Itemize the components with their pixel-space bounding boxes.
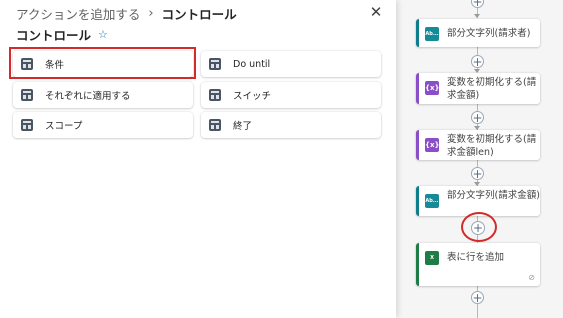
control-icon: [209, 58, 221, 70]
flow-step-init-variable-amount[interactable]: {x} 変数を初期化する(請求金額): [416, 73, 540, 104]
action-label: Do until: [233, 58, 271, 70]
star-icon[interactable]: ☆: [98, 28, 108, 41]
breadcrumb-add-action[interactable]: アクションを追加する: [16, 4, 140, 23]
flow-step-substring-amount[interactable]: Ab... 部分文字列(請求金額): [416, 186, 540, 216]
flow-step-label: 変数を初期化する(請求金額len): [447, 134, 537, 158]
add-action-panel: アクションを追加する › コントロール ✕ コントロール ☆ 条件 Do unt…: [0, 0, 396, 318]
add-step-button[interactable]: +: [471, 167, 484, 180]
text-function-icon: Ab...: [425, 27, 439, 41]
variable-icon: {x}: [425, 138, 439, 152]
control-icon: [209, 89, 221, 101]
add-step-button-circled[interactable]: +: [471, 221, 485, 235]
flow-step-label: 部分文字列(請求金額): [447, 190, 540, 201]
flow-step-init-variable-amount-len[interactable]: {x} 変数を初期化する(請求金額len): [416, 130, 540, 160]
breadcrumb: アクションを追加する › コントロール: [16, 4, 237, 23]
text-function-icon: Ab...: [425, 194, 439, 208]
flow-step-add-row-to-table[interactable]: X 表に行を追加 ⊘: [416, 243, 540, 286]
action-apply-to-each[interactable]: それぞれに適用する: [13, 82, 193, 108]
flow-step-substring-requester[interactable]: Ab... 部分文字列(請求者): [416, 19, 540, 47]
section-title-text: コントロール: [16, 28, 92, 43]
add-step-button[interactable]: +: [471, 55, 484, 68]
chevron-right-icon: ›: [148, 5, 154, 21]
action-terminate[interactable]: 終了: [201, 112, 381, 138]
action-do-until[interactable]: Do until: [201, 51, 381, 77]
action-switch[interactable]: スイッチ: [201, 82, 381, 108]
action-condition[interactable]: 条件: [13, 51, 193, 77]
control-icon: [21, 89, 33, 101]
link-icon: ⊘: [528, 273, 535, 282]
action-label: それぞれに適用する: [45, 91, 131, 102]
flow-step-label: 部分文字列(請求者): [447, 28, 531, 39]
variable-icon: {x}: [425, 81, 439, 95]
breadcrumb-current: コントロール: [161, 6, 237, 22]
close-icon[interactable]: ✕: [368, 4, 384, 20]
control-icon: [209, 119, 221, 131]
flow-step-label: 表に行を追加: [447, 252, 505, 263]
arrow-down-icon: [474, 14, 480, 18]
action-label: 終了: [233, 121, 253, 132]
action-label: スコープ: [45, 121, 83, 132]
control-icon: [21, 119, 33, 131]
action-scope[interactable]: スコープ: [13, 112, 193, 138]
add-step-button[interactable]: +: [471, 0, 484, 8]
control-icon: [21, 58, 33, 70]
action-label: スイッチ: [233, 91, 272, 102]
excel-icon: X: [425, 251, 439, 265]
add-step-button[interactable]: +: [471, 111, 484, 124]
add-step-button[interactable]: +: [471, 291, 484, 304]
section-title: コントロール ☆: [16, 25, 108, 44]
action-label: 条件: [45, 60, 65, 71]
flow-step-label: 変数を初期化する(請求金額): [447, 77, 537, 101]
